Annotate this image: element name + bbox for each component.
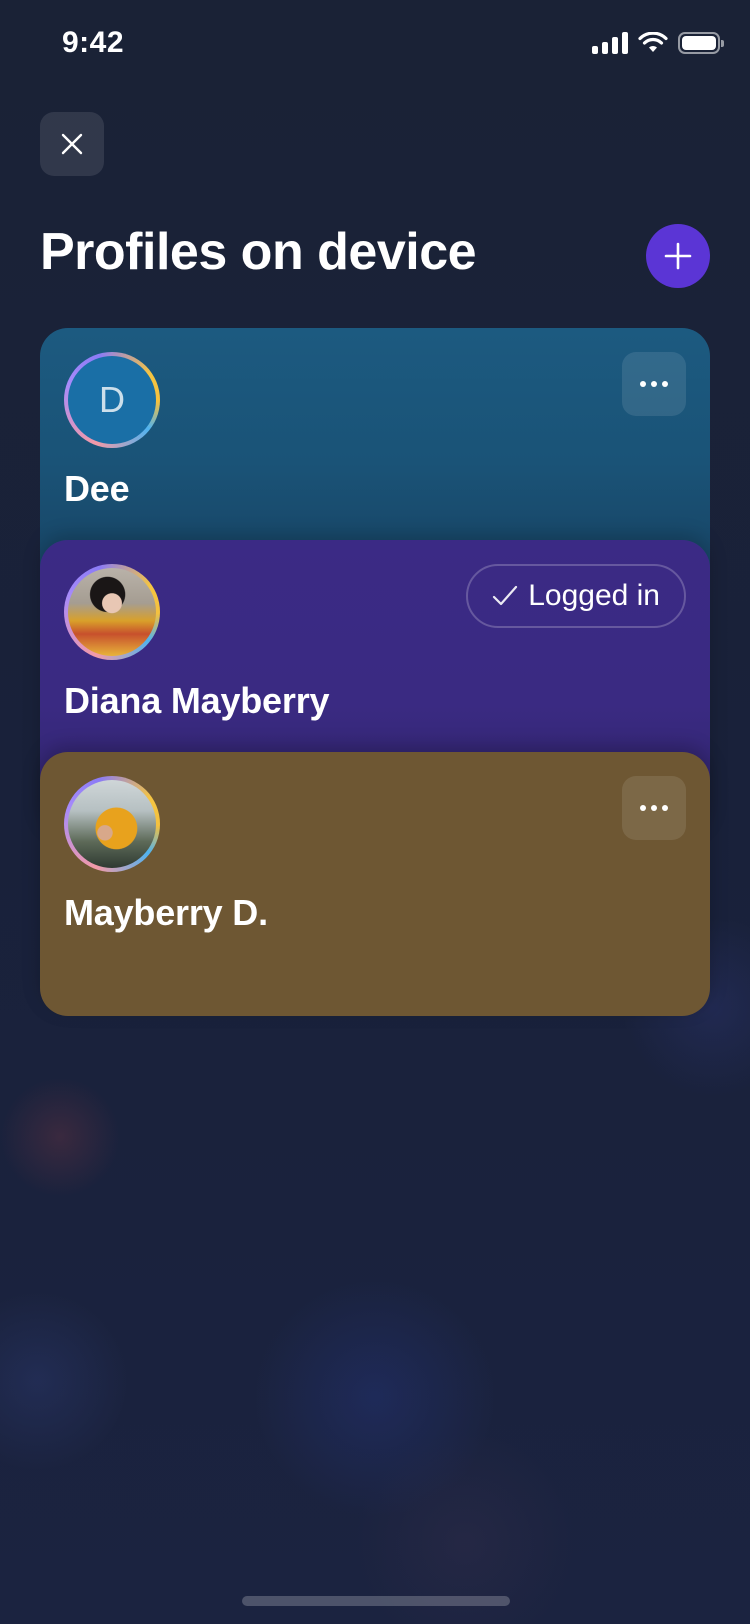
- profile-name: Mayberry D.: [64, 892, 268, 933]
- avatar: [64, 776, 160, 872]
- home-indicator[interactable]: [242, 1596, 510, 1606]
- profile-card-mayberry-d[interactable]: Mayberry D.: [40, 752, 710, 1016]
- cellular-signal-icon: [592, 32, 628, 54]
- add-profile-button[interactable]: [646, 224, 710, 288]
- more-options-button[interactable]: [622, 776, 686, 840]
- avatar-letter: D: [68, 356, 156, 444]
- more-icon: [640, 381, 646, 387]
- close-icon: [61, 133, 83, 155]
- check-icon: [493, 585, 518, 606]
- profile-name: Dee: [64, 468, 130, 509]
- avatar-photo: [68, 780, 156, 868]
- status-time: 9:42: [62, 26, 125, 59]
- logged-in-badge: Logged in: [466, 564, 686, 628]
- status-icons: [592, 32, 724, 54]
- wifi-icon: [638, 32, 668, 52]
- avatar-photo: [68, 568, 156, 656]
- more-options-button[interactable]: [622, 352, 686, 416]
- page-title: Profiles on device: [40, 223, 477, 281]
- badge-label: Logged in: [528, 579, 660, 612]
- more-icon: [640, 805, 646, 811]
- avatar: D: [64, 352, 160, 448]
- avatar: [64, 564, 160, 660]
- battery-icon: [678, 32, 724, 54]
- close-button[interactable]: [40, 112, 104, 176]
- profile-name: Diana Mayberry: [64, 680, 330, 721]
- plus-icon: [664, 242, 692, 270]
